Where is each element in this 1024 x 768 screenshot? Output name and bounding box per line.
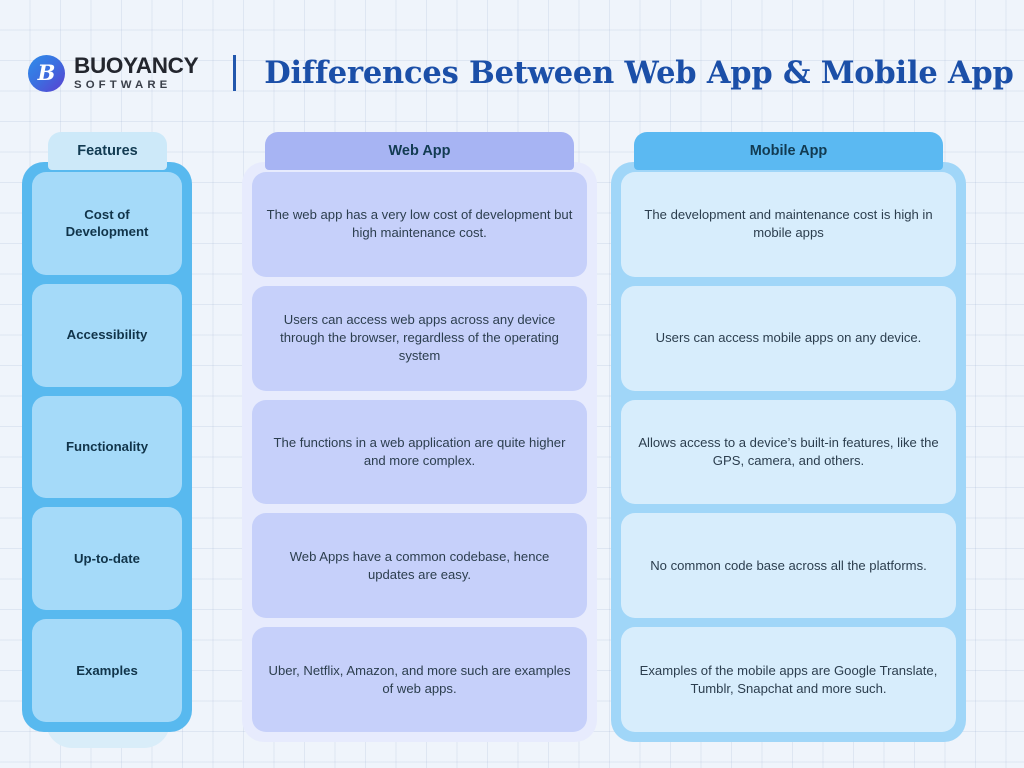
brand-tagline: SOFTWARE — [74, 78, 172, 91]
column-header-features: Features — [48, 132, 167, 170]
table-row: The web app has a very low cost of devel… — [252, 172, 587, 277]
page-title: Differences Between Web App & Mobile App — [264, 55, 1014, 91]
table-row: The development and maintenance cost is … — [621, 172, 956, 277]
table-row: Examples of the mobile apps are Google T… — [621, 627, 956, 732]
table-row: The functions in a web application are q… — [252, 399, 587, 505]
table-row: Web Apps have a common codebase, hence u… — [252, 513, 587, 619]
column-header-mobile-app: Mobile App — [634, 132, 943, 170]
table-row: No common code base across all the platf… — [621, 513, 956, 619]
table-row: Examples — [32, 619, 182, 722]
table-row: Cost of Development — [32, 172, 182, 275]
table-row: Accessibility — [32, 283, 182, 387]
brand-logo: B BUOYANCY SOFTWARE — [28, 53, 199, 92]
title-divider — [233, 55, 237, 91]
logo-glyph: B — [37, 59, 56, 85]
column-body-web-app: The web app has a very low cost of devel… — [242, 162, 597, 742]
table-row: Up-to-date — [32, 507, 182, 611]
page-header: B BUOYANCY SOFTWARE Differences Between … — [0, 42, 1024, 104]
buoyancy-b-logo-icon: B — [28, 54, 65, 92]
column-body-features: Cost of Development Accessibility Functi… — [22, 162, 192, 732]
table-row: Functionality — [32, 395, 182, 499]
table-row: Allows access to a device’s built-in fea… — [621, 399, 956, 505]
table-row: Users can access web apps across any dev… — [252, 285, 587, 391]
table-row: Uber, Netflix, Amazon, and more such are… — [252, 627, 587, 732]
brand-name: BUOYANCY — [74, 53, 199, 79]
column-header-web-app: Web App — [265, 132, 574, 170]
table-row: Users can access mobile apps on any devi… — [621, 285, 956, 391]
logo-wordmark: BUOYANCY SOFTWARE — [74, 53, 199, 91]
comparison-table: Features Cost of Development Accessibili… — [0, 132, 1024, 748]
column-body-mobile-app: The development and maintenance cost is … — [611, 162, 966, 742]
